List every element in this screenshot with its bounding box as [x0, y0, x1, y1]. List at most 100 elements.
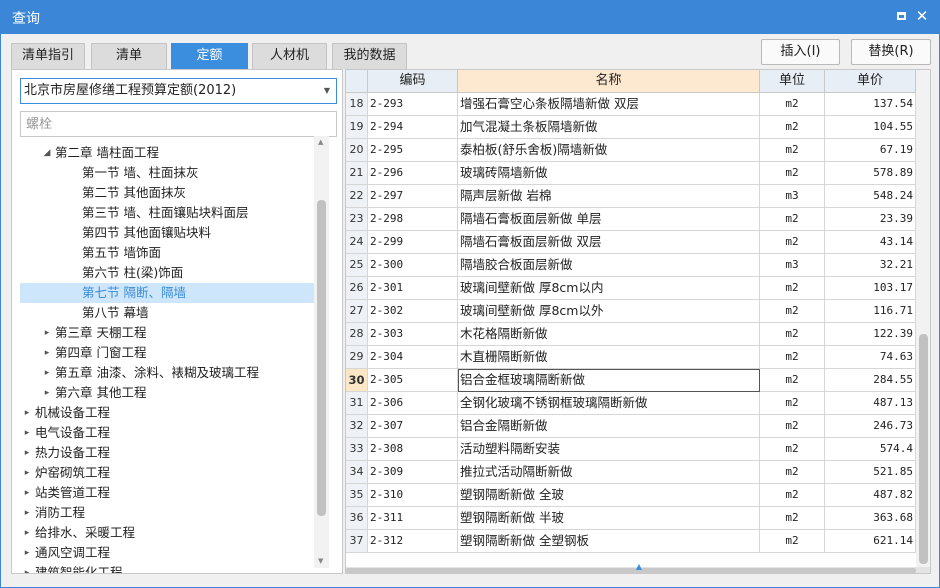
cell-name[interactable]: 泰柏板(舒乐舍板)隔墙新做 — [458, 139, 760, 162]
row-index[interactable]: 34 — [346, 461, 368, 484]
tree-node[interactable]: ▸ 电气设备工程 — [20, 423, 325, 443]
replace-button[interactable]: 替换(R) — [851, 39, 931, 65]
table-row[interactable]: 31 2-306 全钢化玻璃不锈钢框玻璃隔断新做 m2 487.13 — [346, 392, 916, 415]
row-index[interactable]: 25 — [346, 254, 368, 277]
tree-node[interactable]: ▸ 通风空调工程 — [20, 543, 325, 563]
cell-price[interactable]: 621.14 — [825, 530, 916, 553]
tree-node[interactable]: 第七节 隔断、隔墙 — [20, 283, 325, 303]
table-row[interactable]: 32 2-307 铝合金隔断新做 m2 246.73 — [346, 415, 916, 438]
table-row[interactable]: 33 2-308 活动塑料隔断安装 m2 574.4 — [346, 438, 916, 461]
expand-icon[interactable]: ▸ — [22, 423, 32, 443]
table-row[interactable]: 20 2-295 泰柏板(舒乐舍板)隔墙新做 m2 67.19 — [346, 139, 916, 162]
expand-icon[interactable]: ▸ — [22, 523, 32, 543]
cell-price[interactable]: 574.4 — [825, 438, 916, 461]
expand-icon[interactable]: ▸ — [42, 343, 52, 363]
row-index[interactable]: 27 — [346, 300, 368, 323]
cell-unit[interactable]: m2 — [760, 139, 825, 162]
cell-unit[interactable]: m2 — [760, 162, 825, 185]
cell-price[interactable]: 363.68 — [825, 507, 916, 530]
cell-code[interactable]: 2-304 — [368, 346, 458, 369]
table-row[interactable]: 30 2-305 铝合金框玻璃隔断新做 m2 284.55 — [346, 369, 916, 392]
cell-code[interactable]: 2-297 — [368, 185, 458, 208]
cell-name[interactable]: 木直栅隔断新做 — [458, 346, 760, 369]
cell-price[interactable]: 521.85 — [825, 461, 916, 484]
cell-unit[interactable]: m2 — [760, 484, 825, 507]
cell-code[interactable]: 2-308 — [368, 438, 458, 461]
cell-unit[interactable]: m2 — [760, 300, 825, 323]
cell-unit[interactable]: m2 — [760, 369, 825, 392]
row-index[interactable]: 26 — [346, 277, 368, 300]
cell-unit[interactable]: m2 — [760, 231, 825, 254]
cell-price[interactable]: 246.73 — [825, 415, 916, 438]
cell-name[interactable]: 隔墙石膏板面层新做 双层 — [458, 231, 760, 254]
table-row[interactable]: 22 2-297 隔声层新做 岩棉 m3 548.24 — [346, 185, 916, 208]
row-index[interactable]: 18 — [346, 93, 368, 116]
cell-unit[interactable]: m2 — [760, 392, 825, 415]
cell-unit[interactable]: m2 — [760, 116, 825, 139]
header-name[interactable]: 名称 — [458, 70, 760, 93]
cell-name[interactable]: 塑钢隔断新做 全塑钢板 — [458, 530, 760, 553]
cell-name[interactable]: 塑钢隔断新做 全玻 — [458, 484, 760, 507]
cell-code[interactable]: 2-310 — [368, 484, 458, 507]
cell-name[interactable]: 隔墙石膏板面层新做 单层 — [458, 208, 760, 231]
tree-node[interactable]: ▸ 第四章 门窗工程 — [20, 343, 325, 363]
cell-code[interactable]: 2-309 — [368, 461, 458, 484]
tree-scrollbar-thumb[interactable] — [317, 200, 326, 516]
cell-name[interactable]: 铝合金隔断新做 — [458, 415, 760, 438]
cell-name[interactable]: 玻璃间壁新做 厚8cm以内 — [458, 277, 760, 300]
cell-price[interactable]: 67.19 — [825, 139, 916, 162]
expand-icon[interactable]: ▸ — [22, 563, 32, 573]
cell-code[interactable]: 2-306 — [368, 392, 458, 415]
tree-node[interactable]: 第六节 柱(梁)饰面 — [20, 263, 325, 283]
cell-price[interactable]: 43.14 — [825, 231, 916, 254]
row-index[interactable]: 30 — [346, 369, 368, 392]
row-index[interactable]: 24 — [346, 231, 368, 254]
tree-node[interactable]: ▸ 第三章 天棚工程 — [20, 323, 325, 343]
expand-icon[interactable]: ▸ — [22, 543, 32, 563]
tree-node[interactable]: ▸ 给排水、采暖工程 — [20, 523, 325, 543]
tree-scrollbar[interactable]: ▲ ▼ — [314, 136, 329, 568]
cell-name[interactable]: 玻璃间壁新做 厚8cm以外 — [458, 300, 760, 323]
cell-price[interactable]: 32.21 — [825, 254, 916, 277]
tab-my-data[interactable]: 我的数据 — [332, 43, 407, 69]
table-row[interactable]: 18 2-293 增强石膏空心条板隔墙新做 双层 m2 137.54 — [346, 93, 916, 116]
table-scrollbar-thumb[interactable] — [919, 334, 928, 564]
cell-code[interactable]: 2-299 — [368, 231, 458, 254]
cell-name[interactable]: 隔墙胶合板面层新做 — [458, 254, 760, 277]
cell-unit[interactable]: m2 — [760, 507, 825, 530]
table-hscrollbar[interactable]: ▲ — [346, 563, 930, 573]
tree-node[interactable]: 第一节 墙、柱面抹灰 — [20, 163, 325, 183]
cell-price[interactable]: 104.55 — [825, 116, 916, 139]
table-row[interactable]: 25 2-300 隔墙胶合板面层新做 m3 32.21 — [346, 254, 916, 277]
cell-name[interactable]: 塑钢隔断新做 半玻 — [458, 507, 760, 530]
table-row[interactable]: 29 2-304 木直栅隔断新做 m2 74.63 — [346, 346, 916, 369]
expand-icon[interactable]: ▸ — [22, 503, 32, 523]
cell-code[interactable]: 2-305 — [368, 369, 458, 392]
cell-unit[interactable]: m2 — [760, 415, 825, 438]
table-row[interactable]: 28 2-303 木花格隔断新做 m2 122.39 — [346, 323, 916, 346]
cell-code[interactable]: 2-312 — [368, 530, 458, 553]
cell-code[interactable]: 2-307 — [368, 415, 458, 438]
cell-price[interactable]: 74.63 — [825, 346, 916, 369]
cell-code[interactable]: 2-311 — [368, 507, 458, 530]
header-price[interactable]: 单价 — [825, 70, 916, 93]
table-row[interactable]: 34 2-309 推拉式活动隔断新做 m2 521.85 — [346, 461, 916, 484]
cell-unit[interactable]: m2 — [760, 438, 825, 461]
tab-quota[interactable]: 定额 — [171, 43, 248, 69]
row-index[interactable]: 33 — [346, 438, 368, 461]
table-row[interactable]: 36 2-311 塑钢隔断新做 半玻 m2 363.68 — [346, 507, 916, 530]
cell-code[interactable]: 2-302 — [368, 300, 458, 323]
header-unit[interactable]: 单位 — [760, 70, 825, 93]
tree-node[interactable]: ▸ 炉窑砌筑工程 — [20, 463, 325, 483]
cell-unit[interactable]: m3 — [760, 254, 825, 277]
table-scrollbar[interactable] — [916, 70, 930, 567]
cell-name[interactable]: 推拉式活动隔断新做 — [458, 461, 760, 484]
tree-node[interactable]: 第八节 幕墙 — [20, 303, 325, 323]
cell-name[interactable]: 木花格隔断新做 — [458, 323, 760, 346]
row-index[interactable]: 35 — [346, 484, 368, 507]
tree-node[interactable]: 第五节 墙饰面 — [20, 243, 325, 263]
search-input[interactable] — [20, 111, 337, 137]
table-row[interactable]: 37 2-312 塑钢隔断新做 全塑钢板 m2 621.14 — [346, 530, 916, 553]
insert-button[interactable]: 插入(I) — [761, 39, 840, 65]
cell-name[interactable]: 活动塑料隔断安装 — [458, 438, 760, 461]
